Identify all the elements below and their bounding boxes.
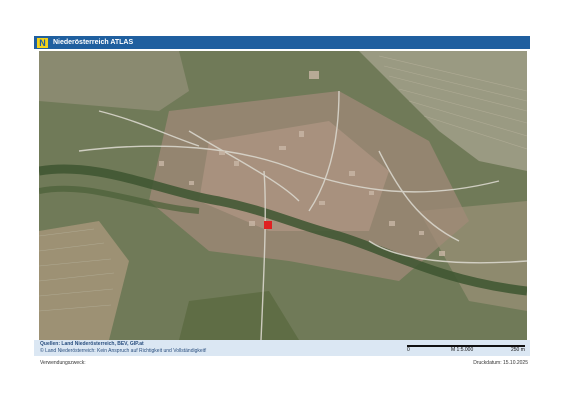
noe-logo-icon: N [37, 37, 48, 48]
scale-left-label: 0 [407, 347, 410, 353]
location-marker-icon[interactable] [264, 221, 272, 229]
aerial-map-canvas [39, 51, 527, 340]
disclaimer-line: © Land Niederösterreich: Kein Anspruch a… [40, 348, 207, 354]
aerial-map[interactable] [39, 51, 527, 340]
atlas-title: Niederösterreich ATLAS [53, 39, 134, 46]
scale-ratio-label: M 1:5.000 [451, 347, 474, 353]
sources-line: Quellen: Land Niederösterreich, BEV, GIP… [40, 341, 144, 347]
atlas-header-bar: N Niederösterreich ATLAS [34, 36, 530, 49]
scale-right-label: 250 m [511, 347, 525, 353]
scale-bar: 0 M 1:5.000 250 m [407, 342, 525, 354]
print-date: Druckdatum: 15.10.2025 [473, 360, 528, 366]
purpose-label: Verwendungszweck: [40, 360, 86, 366]
map-footer: Quellen: Land Niederösterreich, BEV, GIP… [34, 340, 530, 356]
source-info: Quellen: Land Niederösterreich, BEV, GIP… [40, 341, 207, 355]
